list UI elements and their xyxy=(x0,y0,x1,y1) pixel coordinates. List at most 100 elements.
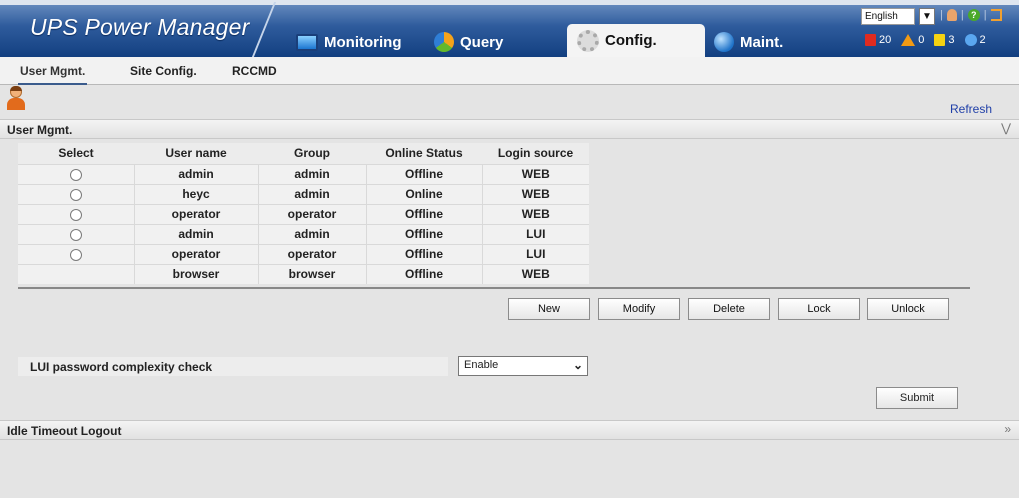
lui-password-complexity-label: LUI password complexity check xyxy=(18,357,448,376)
chevron-down-icon[interactable]: ▼ xyxy=(919,8,935,25)
tab-monitoring-label: Monitoring xyxy=(324,33,402,51)
lui-password-complexity-value: Enable xyxy=(464,359,499,371)
row-select-cell xyxy=(18,263,135,284)
user-avatar-icon xyxy=(7,86,25,112)
row-select-radio[interactable] xyxy=(69,208,82,221)
globe-icon xyxy=(714,32,734,52)
table-row[interactable]: admin admin Offline LUI xyxy=(18,223,589,244)
top-header: UPS Power Manager Monitoring Query Confi… xyxy=(0,0,1019,57)
user-name-cell: heyc xyxy=(134,183,259,204)
login-source-cell: WEB xyxy=(482,203,589,224)
user-name-cell: admin xyxy=(134,163,259,184)
row-select-radio[interactable] xyxy=(69,188,82,201)
row-select-radio[interactable] xyxy=(69,168,82,181)
tab-query-label: Query xyxy=(460,33,504,51)
table-header-row: Select User name Group Online Status Log… xyxy=(18,143,589,164)
new-button[interactable]: New xyxy=(508,298,590,320)
delete-button[interactable]: Delete xyxy=(688,298,770,320)
tab-config[interactable]: Config. xyxy=(567,24,705,57)
critical-alarm[interactable]: 20 xyxy=(865,34,891,46)
expand-icon[interactable]: » xyxy=(1004,422,1011,436)
unlock-button[interactable]: Unlock xyxy=(867,298,949,320)
minor-alarm-icon xyxy=(934,34,946,46)
header-utility-icons: | | ? | xyxy=(940,9,1002,21)
group-cell: operator xyxy=(258,203,367,224)
row-select-cell xyxy=(18,243,135,264)
lui-password-complexity-select[interactable]: Enable ⌄ xyxy=(458,356,588,376)
row-select-cell xyxy=(18,163,135,184)
column-header-online-status: Online Status xyxy=(366,143,482,164)
table-row[interactable]: operator operator Offline WEB xyxy=(18,203,589,224)
user-mgmt-section-header[interactable]: User Mgmt. ⋁ xyxy=(0,119,1019,139)
column-header-group: Group xyxy=(258,143,366,164)
logout-icon[interactable] xyxy=(990,9,1002,21)
gear-icon xyxy=(577,29,599,52)
user-name-cell: browser xyxy=(134,263,259,284)
minor-alarm[interactable]: 3 xyxy=(934,34,955,46)
login-source-cell: WEB xyxy=(482,163,589,184)
group-cell: browser xyxy=(258,263,367,284)
critical-alarm-count: 20 xyxy=(879,34,892,46)
column-header-user-name: User name xyxy=(134,143,258,164)
subtab-rccmd[interactable]: RCCMD xyxy=(232,64,277,78)
row-select-cell xyxy=(18,223,135,244)
user-name-cell: operator xyxy=(134,243,259,264)
major-alarm-icon xyxy=(901,34,916,46)
critical-alarm-icon xyxy=(865,34,876,46)
help-icon[interactable]: ? xyxy=(967,9,980,21)
refresh-link[interactable]: Refresh xyxy=(950,102,992,116)
user-table-container: Select User name Group Online Status Log… xyxy=(18,143,970,289)
group-cell: operator xyxy=(258,243,367,264)
language-select[interactable]: English xyxy=(861,8,915,25)
row-select-cell xyxy=(18,183,135,204)
table-row[interactable]: heyc admin Online WEB xyxy=(18,183,589,204)
row-select-radio[interactable] xyxy=(69,248,82,261)
tab-config-label: Config. xyxy=(605,32,657,49)
warning-alarm[interactable]: 2 xyxy=(964,34,986,46)
tab-monitoring[interactable]: Monitoring xyxy=(296,30,401,54)
chevron-down-icon: ⌄ xyxy=(572,358,583,372)
separator: | xyxy=(983,9,987,21)
user-table: Select User name Group Online Status Log… xyxy=(18,143,589,284)
major-alarm[interactable]: 0 xyxy=(901,34,924,46)
row-select-radio[interactable] xyxy=(69,228,82,241)
monitor-icon xyxy=(296,33,318,51)
row-select-cell xyxy=(18,203,135,224)
user-name-cell: operator xyxy=(134,203,259,224)
pie-chart-icon xyxy=(434,32,454,52)
separator: | xyxy=(940,9,943,21)
warning-alarm-count: 2 xyxy=(979,34,986,46)
submit-button[interactable]: Submit xyxy=(876,387,958,409)
user-icon[interactable] xyxy=(946,9,957,21)
lock-button[interactable]: Lock xyxy=(778,298,860,320)
column-header-login-source: Login source xyxy=(482,143,589,164)
online-status-cell: Offline xyxy=(366,163,483,184)
collapse-icon[interactable]: ⋁ xyxy=(1001,121,1011,135)
page-toolbar: Refresh xyxy=(0,86,1019,118)
idle-timeout-section-header[interactable]: Idle Timeout Logout » xyxy=(0,420,1019,440)
subtab-user-mgmt[interactable]: User Mgmt. xyxy=(17,64,88,85)
app-brand: UPS Power Manager xyxy=(30,14,250,40)
table-row[interactable]: admin admin Offline WEB xyxy=(18,163,589,184)
brand-divider xyxy=(249,2,277,57)
group-cell: admin xyxy=(258,223,367,244)
login-source-cell: LUI xyxy=(482,223,589,244)
table-row[interactable]: browser browser Offline WEB xyxy=(18,263,589,284)
online-status-cell: Offline xyxy=(366,263,483,284)
modify-button[interactable]: Modify xyxy=(598,298,680,320)
avatar-body xyxy=(7,98,25,110)
major-alarm-count: 0 xyxy=(918,34,925,46)
tab-query[interactable]: Query xyxy=(434,30,503,54)
online-status-cell: Offline xyxy=(366,223,483,244)
login-source-cell: WEB xyxy=(482,183,589,204)
login-source-cell: WEB xyxy=(482,263,589,284)
subtab-site-config[interactable]: Site Config. xyxy=(130,64,197,78)
tab-maint[interactable]: Maint. xyxy=(714,30,783,54)
group-cell: admin xyxy=(258,163,367,184)
header-top-strip xyxy=(0,0,1019,5)
minor-alarm-count: 3 xyxy=(948,34,955,46)
table-row[interactable]: operator operator Offline LUI xyxy=(18,243,589,264)
avatar-hair xyxy=(10,86,22,91)
column-header-select: Select xyxy=(18,143,134,164)
online-status-cell: Offline xyxy=(366,203,483,224)
